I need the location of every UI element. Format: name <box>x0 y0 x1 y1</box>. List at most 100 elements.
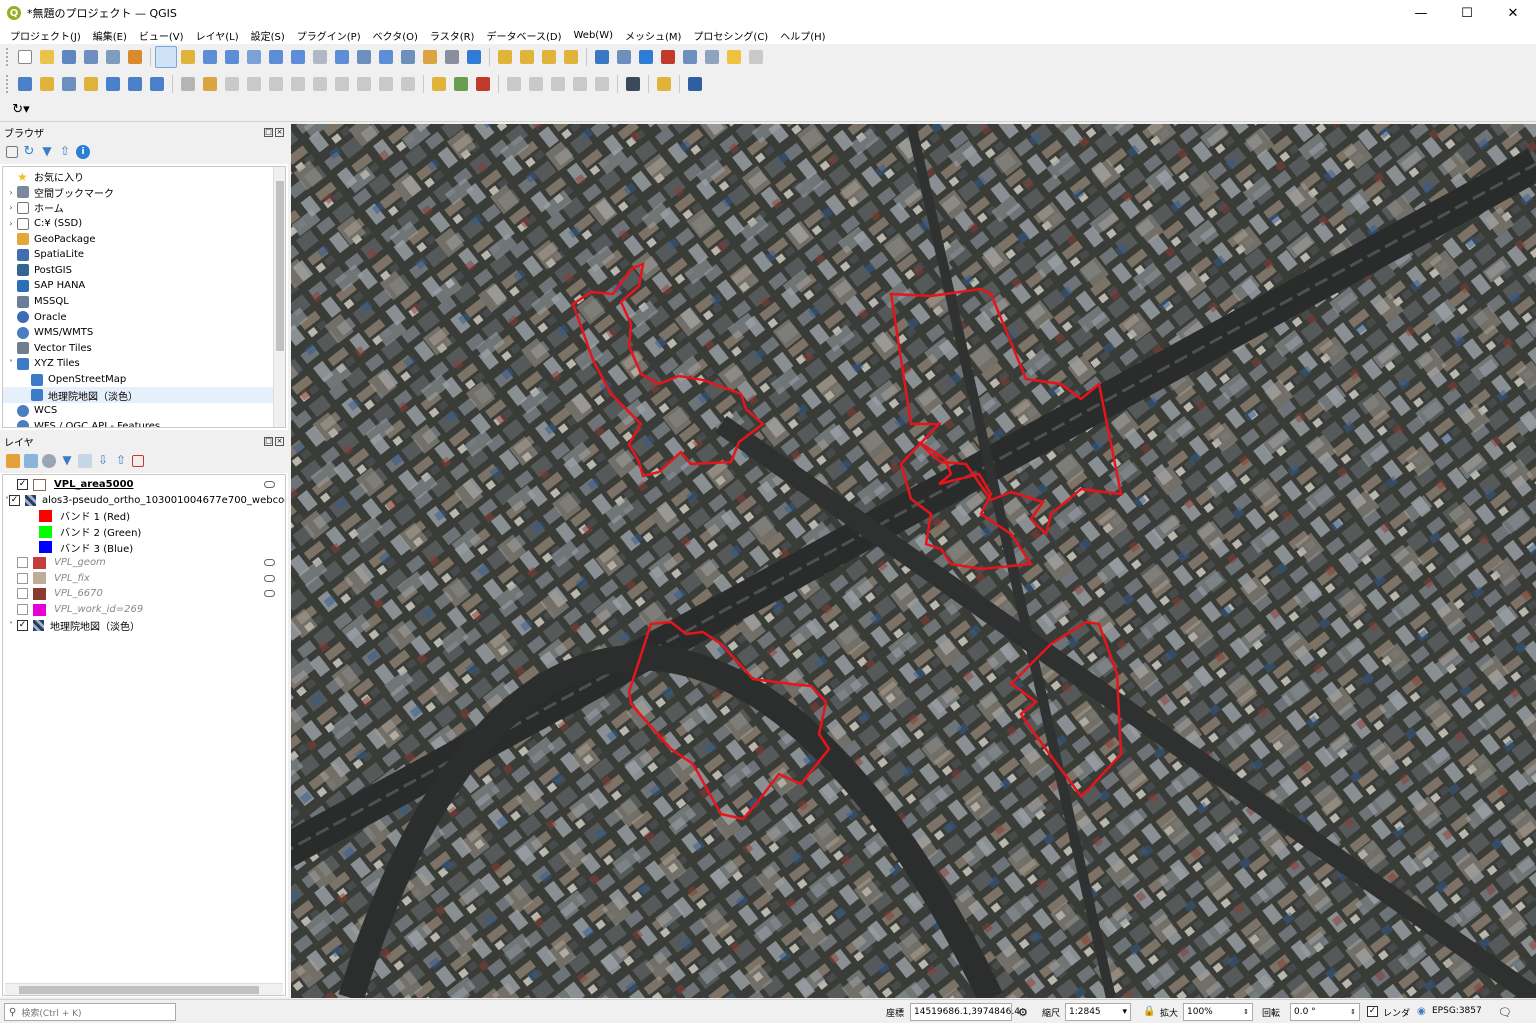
messages-icon[interactable]: 🗨 <box>1498 1006 1512 1019</box>
menu-item[interactable]: 設定(S) <box>245 28 291 43</box>
collapse-all-icon[interactable]: ⇧ <box>114 454 128 468</box>
menu-item[interactable]: ヘルプ(H) <box>774 28 831 43</box>
browser-scrollbar[interactable] <box>273 167 285 427</box>
toolbar-button[interactable] <box>419 46 441 68</box>
toolbar-button[interactable] <box>516 46 538 68</box>
toolbar-button[interactable] <box>221 46 243 68</box>
toolbar-button[interactable] <box>265 73 287 95</box>
layer-indicator-icon[interactable] <box>264 559 275 567</box>
toolbar-button[interactable] <box>613 46 635 68</box>
locator-search-input[interactable]: ⚲ 検索(Ctrl + K) <box>4 1003 176 1021</box>
toolbar-button[interactable] <box>525 73 547 95</box>
toolbar-button[interactable] <box>653 73 675 95</box>
toolbar-button[interactable] <box>591 73 613 95</box>
filter-icon[interactable]: ▼ <box>40 145 54 159</box>
layers-h-scrollbar[interactable] <box>5 983 283 995</box>
browser-item[interactable]: › 空間ブックマーク <box>3 185 285 201</box>
add-selected-layers-icon[interactable] <box>6 146 18 158</box>
toolbar-button[interactable] <box>80 73 102 95</box>
browser-item[interactable]: Vector Tiles <box>3 341 285 357</box>
toolbar-button[interactable] <box>494 46 516 68</box>
toolbar-button[interactable] <box>265 46 287 68</box>
expand-arrow-icon[interactable]: › <box>5 203 17 212</box>
layer-visibility-checkbox[interactable] <box>17 572 28 584</box>
layer-item[interactable]: VPL_geom <box>3 555 285 571</box>
rotation-spinbox[interactable]: 0.0 ° ⇕ <box>1290 1003 1360 1021</box>
toolbar-button[interactable] <box>472 73 494 95</box>
toolbar-button[interactable] <box>14 46 36 68</box>
toolbar-button[interactable] <box>309 46 331 68</box>
layer-visibility-checkbox[interactable]: ✓ <box>17 619 28 631</box>
render-checkbox[interactable]: ✓ <box>1367 1006 1378 1017</box>
toolbar-button[interactable] <box>657 46 679 68</box>
refresh-icon[interactable]: ↻ <box>22 145 36 159</box>
menu-item[interactable]: ビュー(V) <box>133 28 190 43</box>
refresh-dropdown-button[interactable]: ↻▾ <box>6 99 36 121</box>
layer-indicator-icon[interactable] <box>264 590 275 598</box>
info-icon[interactable]: i <box>76 145 90 159</box>
layer-visibility-checkbox[interactable] <box>17 604 28 616</box>
toolbar-button[interactable] <box>635 46 657 68</box>
layer-item[interactable]: バンド 1 (Red) <box>3 508 285 524</box>
browser-item[interactable]: OpenStreetMap <box>3 372 285 388</box>
toolbar-button[interactable] <box>353 73 375 95</box>
close-panel-button[interactable]: × <box>275 436 284 446</box>
toolbar-button[interactable] <box>155 46 177 68</box>
float-panel-button[interactable]: □ <box>264 436 273 446</box>
minimize-button[interactable]: — <box>1398 0 1444 26</box>
add-group-icon[interactable] <box>24 454 38 468</box>
layer-item[interactable]: VPL_6670 <box>3 586 285 602</box>
toolbar-button[interactable] <box>547 73 569 95</box>
layer-item[interactable]: VPL_fix <box>3 571 285 587</box>
browser-item[interactable]: SpatiaLite <box>3 247 285 263</box>
lock-icon[interactable]: 🔒 <box>1143 1006 1155 1017</box>
toolbar-button[interactable] <box>124 46 146 68</box>
remove-layer-icon[interactable] <box>132 455 144 467</box>
menu-item[interactable]: 編集(E) <box>87 28 133 43</box>
toolbar-button[interactable] <box>723 46 745 68</box>
toolbar-button[interactable] <box>353 46 375 68</box>
toolbar-button[interactable] <box>287 46 309 68</box>
toolbar-button[interactable] <box>503 73 525 95</box>
browser-item[interactable]: WCS <box>3 403 285 419</box>
collapse-all-icon[interactable]: ⇧ <box>58 145 72 159</box>
menu-item[interactable]: メッシュ(M) <box>619 28 687 43</box>
browser-item[interactable]: ★ お気に入り <box>3 169 285 185</box>
layer-item[interactable]: ˅ ✓ 地理院地図（淡色） <box>3 617 285 633</box>
layer-item[interactable]: VPL_work_id=269 <box>3 602 285 618</box>
scale-combo[interactable]: 1:2845 ▾ <box>1065 1003 1131 1021</box>
toolbar-button[interactable] <box>397 73 419 95</box>
toolbar-button[interactable] <box>221 73 243 95</box>
expand-arrow-icon[interactable]: ˅ <box>5 359 17 368</box>
toolbar-button[interactable] <box>331 73 353 95</box>
toolbar-button[interactable] <box>397 46 419 68</box>
style-brush-icon[interactable] <box>6 454 20 468</box>
layer-visibility-checkbox[interactable]: ✓ <box>9 494 20 506</box>
toolbar-button[interactable] <box>177 73 199 95</box>
toolbar-button[interactable] <box>569 73 591 95</box>
menu-item[interactable]: プラグイン(P) <box>291 28 367 43</box>
menu-item[interactable]: プロセシング(C) <box>687 28 774 43</box>
toolbar-button[interactable] <box>622 73 644 95</box>
coordinate-field[interactable]: 14519686.1,3974846.4 <box>910 1003 1020 1021</box>
crs-globe-icon[interactable]: ◉ <box>1417 1006 1426 1017</box>
eye-visibility-icon[interactable] <box>42 454 56 468</box>
toolbar-button[interactable] <box>331 46 353 68</box>
toolbar-button[interactable] <box>309 73 331 95</box>
browser-item[interactable]: SAP HANA <box>3 278 285 294</box>
toolbar-button[interactable] <box>146 73 168 95</box>
toolbar-button[interactable] <box>243 46 265 68</box>
maximize-button[interactable]: ☐ <box>1444 0 1490 26</box>
toolbar-button[interactable] <box>463 46 485 68</box>
browser-item[interactable]: 地理院地図（淡色） <box>3 387 285 403</box>
toolbar-button[interactable] <box>199 73 221 95</box>
toolbar-button[interactable] <box>124 73 146 95</box>
browser-item[interactable]: Oracle <box>3 309 285 325</box>
browser-item[interactable]: WFS / OGC API - Features <box>3 419 285 427</box>
browser-item[interactable]: MSSQL <box>3 294 285 310</box>
menu-item[interactable]: レイヤ(L) <box>190 28 245 43</box>
browser-item[interactable]: ˅ XYZ Tiles <box>3 356 285 372</box>
menu-item[interactable]: ベクタ(O) <box>367 28 424 43</box>
toolbar-button[interactable] <box>375 73 397 95</box>
close-panel-button[interactable]: × <box>275 127 284 137</box>
